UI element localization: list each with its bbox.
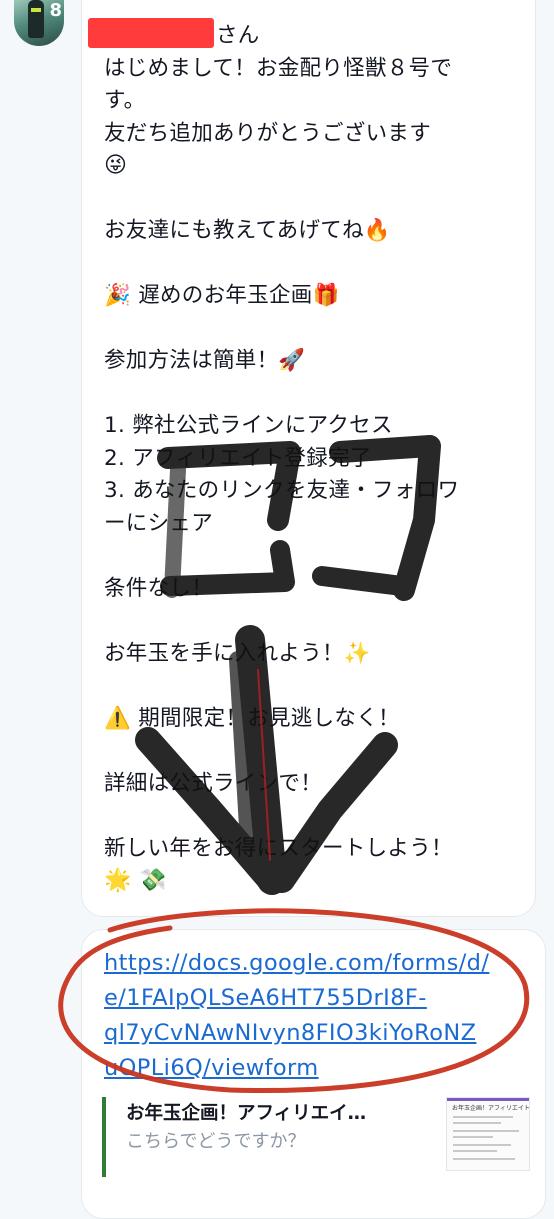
avatar-badge: 8 <box>49 0 62 21</box>
message-spacer <box>104 800 524 833</box>
message-line: ⚠️ 期間限定！お見逃しなく！ <box>104 705 400 731</box>
message-line: 詳細は公式ラインで！ <box>104 770 323 796</box>
thumbnail-line <box>453 1150 497 1152</box>
greeting-line: さん <box>88 18 524 53</box>
thumbnail-line <box>453 1130 519 1132</box>
link-preview-card[interactable]: お年玉企画！アフィリエイ… こちらでどうですか？ お年玉企画！アフィリエイト <box>102 1097 532 1177</box>
message-line: ーにシェア <box>104 510 214 536</box>
message-spacer <box>104 313 524 346</box>
message-line: 新しい年をお得にスタートしよう！ <box>104 835 453 861</box>
message-line: 2. アフィリエイト登録完了 <box>104 445 372 471</box>
thumbnail-heading: お年玉企画！アフィリエイト <box>452 1105 530 1112</box>
thumbnail-line <box>453 1136 493 1138</box>
greeting-suffix: さん <box>216 23 260 48</box>
thumbnail-line <box>453 1116 513 1118</box>
winking-face-icon: 😜 <box>104 153 128 178</box>
link-line[interactable]: https://docs.google.com/forms/d/ <box>104 946 524 981</box>
link-preview-thumbnail: お年玉企画！アフィリエイト <box>446 1097 530 1171</box>
message-spacer <box>104 735 524 768</box>
link-preview-subtitle: こちらでどうですか？ <box>126 1131 306 1152</box>
form-link[interactable]: https://docs.google.com/forms/d/ e/1FAIp… <box>104 946 524 1086</box>
message-spacer <box>104 378 524 411</box>
message-line: 🎉 遅めのお年玉企画🎁 <box>104 283 340 308</box>
message-spacer <box>104 183 524 216</box>
thumbnail-line <box>453 1122 501 1124</box>
star-money-icon: 🌟 💸 <box>104 868 167 893</box>
message-spacer <box>104 670 524 703</box>
message-spacer <box>104 248 524 281</box>
link-preview-title: お年玉企画！アフィリエイ… <box>126 1103 367 1124</box>
message-spacer <box>104 540 524 573</box>
thumbnail-line <box>453 1158 515 1160</box>
link-line[interactable]: ql7yCvNAwNIvyn8FIO3kiYoRoNZ <box>104 1016 524 1051</box>
thumbnail-line <box>453 1144 511 1146</box>
message-line: 参加方法は簡単！🚀 <box>104 348 306 373</box>
message-line: お年玉を手に入れよう！✨ <box>104 640 371 666</box>
message-line: 友だち追加ありがとうございます <box>104 120 432 146</box>
message-line: 条件なし！ <box>104 575 214 601</box>
message-line: す。 <box>104 88 146 113</box>
message-line: お友達にも教えてあげてね🔥 <box>104 218 391 243</box>
message-line: はじめまして！お金配り怪獣８号で <box>104 55 453 81</box>
thumbnail-accent-bar <box>447 1098 529 1101</box>
message-line: 1. 弊社公式ラインにアクセス <box>104 413 393 438</box>
message-text: さん はじめまして！お金配り怪獣８号で す。 友だち追加ありがとうございます 😜… <box>88 18 524 898</box>
avatar-figure <box>28 0 44 38</box>
link-line[interactable]: e/1FAIpQLSeA6HT755DrI8F- <box>104 981 524 1016</box>
message-line: 3. あなたのリンクを友達・フォロワ <box>104 478 460 503</box>
link-line[interactable]: uOPLi6Q/viewform <box>104 1051 524 1086</box>
sender-avatar[interactable]: 8 <box>14 0 64 46</box>
message-spacer <box>104 605 524 638</box>
redacted-name <box>88 18 214 48</box>
